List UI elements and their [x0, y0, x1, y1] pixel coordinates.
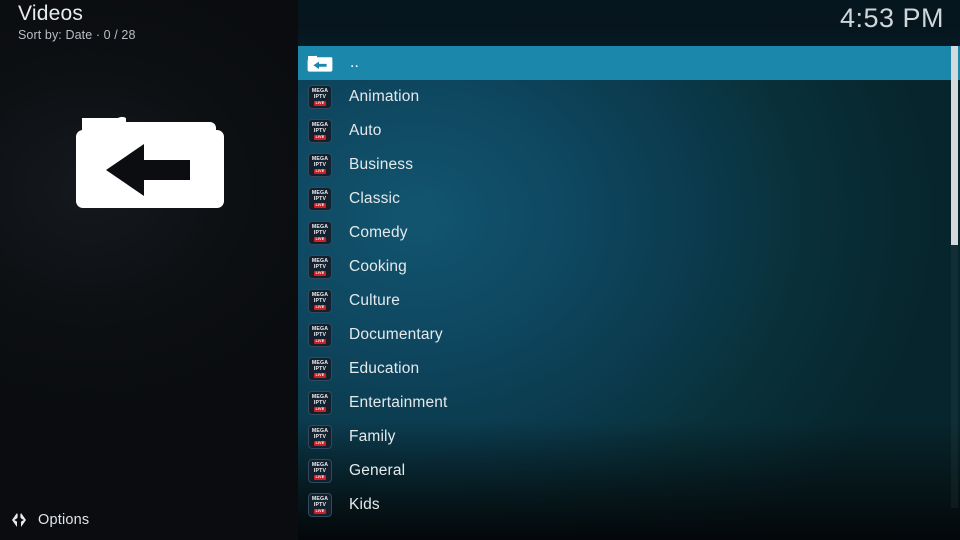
list-item-label: Auto	[349, 122, 382, 139]
list-item[interactable]: MEGA IPTV LIVE Documentary	[298, 318, 960, 352]
thumbnail-live-badge: LIVE	[313, 169, 327, 174]
thumbnail-live-badge: LIVE	[313, 441, 327, 446]
list-item[interactable]: MEGA IPTV LIVE Auto	[298, 114, 960, 148]
list-item[interactable]: MEGA IPTV LIVE Animation	[298, 80, 960, 114]
thumbnail-live-badge: LIVE	[313, 475, 327, 480]
thumbnail-line2: IPTV	[313, 264, 327, 270]
thumbnail-live-badge: LIVE	[313, 407, 327, 412]
list-item-label: Kids	[349, 496, 380, 513]
mega-iptv-thumbnail: MEGA IPTV LIVE	[308, 221, 332, 245]
list-item[interactable]: MEGA IPTV LIVE Business	[298, 148, 960, 182]
thumbnail-line2: IPTV	[313, 196, 327, 202]
mega-iptv-thumbnail: MEGA IPTV LIVE	[308, 357, 332, 381]
list-item[interactable]: MEGA IPTV LIVE Cooking	[298, 250, 960, 284]
thumbnail-live-badge: LIVE	[313, 101, 327, 106]
list-item[interactable]: MEGA IPTV LIVE Education	[298, 352, 960, 386]
thumbnail-line2: IPTV	[313, 230, 327, 236]
list-item[interactable]: MEGA IPTV LIVE General	[298, 454, 960, 488]
thumbnail-line2: IPTV	[313, 298, 327, 304]
thumbnail-line2: IPTV	[313, 366, 327, 372]
file-list-panel: .. MEGA IPTV LIVE Animation MEGA IPTV LIVE Auto M…	[298, 0, 960, 540]
left-info-panel	[0, 0, 298, 540]
kodi-file-browser-screen: .. MEGA IPTV LIVE Animation MEGA IPTV LIVE Auto M…	[0, 0, 960, 540]
list-item-label: General	[349, 462, 406, 479]
thumbnail-line2: IPTV	[313, 128, 327, 134]
list-item-label: Culture	[349, 292, 401, 309]
options-button[interactable]: Options	[0, 500, 298, 540]
list-item-label: Cooking	[349, 258, 407, 275]
list-item[interactable]: MEGA IPTV LIVE Kids	[298, 488, 960, 522]
parent-folder-icon	[307, 53, 333, 73]
list-item-label: Entertainment	[349, 394, 448, 411]
mega-iptv-thumbnail: MEGA IPTV LIVE	[308, 255, 332, 279]
list-item[interactable]: MEGA IPTV LIVE Entertainment	[298, 386, 960, 420]
mega-iptv-thumbnail: MEGA IPTV LIVE	[308, 323, 332, 347]
thumbnail-live-badge: LIVE	[313, 305, 327, 310]
list-top-shade	[298, 0, 960, 46]
thumbnail-live-badge: LIVE	[313, 237, 327, 242]
thumbnail-line2: IPTV	[313, 502, 327, 508]
list-item-label: Documentary	[349, 326, 443, 343]
thumbnail-live-badge: LIVE	[313, 203, 327, 208]
list-item[interactable]: MEGA IPTV LIVE Classic	[298, 182, 960, 216]
mega-iptv-thumbnail: MEGA IPTV LIVE	[308, 425, 332, 449]
thumbnail-live-badge: LIVE	[313, 135, 327, 140]
mega-iptv-thumbnail: MEGA IPTV LIVE	[308, 119, 332, 143]
mega-iptv-thumbnail: MEGA IPTV LIVE	[308, 459, 332, 483]
thumbnail-live-badge: LIVE	[313, 339, 327, 344]
list-item[interactable]: ..	[298, 46, 960, 80]
thumbnail-line2: IPTV	[313, 94, 327, 100]
mega-iptv-thumbnail: MEGA IPTV LIVE	[308, 85, 332, 109]
thumbnail-line2: IPTV	[313, 468, 327, 474]
parent-folder-artwork-icon	[74, 100, 226, 212]
thumbnail-line2: IPTV	[313, 332, 327, 338]
mega-iptv-thumbnail: MEGA IPTV LIVE	[308, 187, 332, 211]
file-list[interactable]: .. MEGA IPTV LIVE Animation MEGA IPTV LIVE Auto M…	[298, 46, 960, 517]
options-label: Options	[38, 512, 90, 528]
thumbnail-line2: IPTV	[313, 434, 327, 440]
thumbnail-line2: IPTV	[313, 400, 327, 406]
list-item-label: Family	[349, 428, 396, 445]
list-item-label: Comedy	[349, 224, 408, 241]
mega-iptv-thumbnail: MEGA IPTV LIVE	[308, 493, 332, 517]
mega-iptv-thumbnail: MEGA IPTV LIVE	[308, 153, 332, 177]
mega-iptv-thumbnail: MEGA IPTV LIVE	[308, 391, 332, 415]
list-item-label: Classic	[349, 190, 401, 207]
thumbnail-live-badge: LIVE	[313, 271, 327, 276]
mega-iptv-thumbnail: MEGA IPTV LIVE	[308, 289, 332, 313]
left-right-arrows-icon	[9, 510, 29, 530]
thumbnail-line2: IPTV	[313, 162, 327, 168]
list-item[interactable]: MEGA IPTV LIVE Culture	[298, 284, 960, 318]
list-item-label: Business	[349, 156, 414, 173]
list-item-label: ..	[350, 54, 359, 71]
thumbnail-live-badge: LIVE	[313, 373, 327, 378]
list-scrollbar-thumb[interactable]	[951, 46, 958, 245]
list-item[interactable]: MEGA IPTV LIVE Comedy	[298, 216, 960, 250]
thumbnail-live-badge: LIVE	[313, 509, 327, 514]
list-item-label: Animation	[349, 88, 420, 105]
list-item-label: Education	[349, 360, 420, 377]
list-item[interactable]: MEGA IPTV LIVE Family	[298, 420, 960, 454]
